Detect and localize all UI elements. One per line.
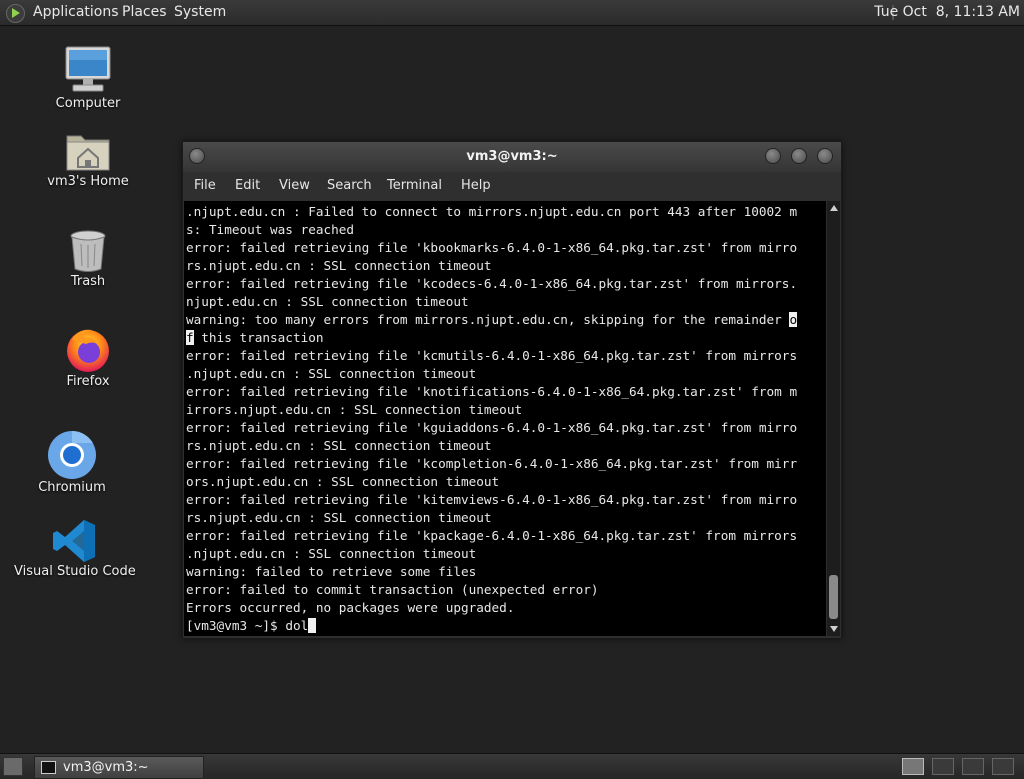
menu-places[interactable]: Places <box>122 0 167 25</box>
terminal-line: .njupt.edu.cn : Failed to connect to mir… <box>186 204 798 219</box>
terminal-line: warning: failed to retrieve some files <box>186 564 477 579</box>
terminal-output[interactable]: .njupt.edu.cn : Failed to connect to mir… <box>184 201 826 636</box>
terminal-line: rs.njupt.edu.cn : SSL connection timeout <box>186 258 492 273</box>
maximize-button[interactable] <box>791 148 807 164</box>
selection-highlight: f <box>186 330 194 345</box>
terminal-line: error: failed retrieving file 'kitemview… <box>186 492 798 507</box>
terminal-line: error: failed retrieving file 'kcmutils-… <box>186 348 798 363</box>
terminal-line: this transaction <box>193 330 324 345</box>
terminal-line: error: failed retrieving file 'kcompleti… <box>186 456 798 471</box>
scrollbar-thumb[interactable] <box>829 575 838 619</box>
terminal-line: njupt.edu.cn : SSL connection timeout <box>186 294 469 309</box>
desktop-icon-label: Trash <box>70 274 106 289</box>
distro-logo-icon[interactable] <box>6 4 25 23</box>
scroll-up-icon[interactable] <box>830 205 838 211</box>
terminal-line: error: failed retrieving file 'knotifica… <box>186 384 798 399</box>
menu-help[interactable]: Help <box>461 172 491 200</box>
terminal-line: ors.njupt.edu.cn : SSL connection timeou… <box>186 474 500 489</box>
desktop-icon-trash[interactable]: Trash <box>38 228 138 289</box>
taskbar-item-label: vm3@vm3:~ <box>63 760 149 775</box>
terminal-line: warning: too many errors from mirrors.nj… <box>186 312 790 327</box>
workspace-2[interactable] <box>932 758 954 775</box>
terminal-line: rs.njupt.edu.cn : SSL connection timeout <box>186 510 492 525</box>
terminal-line: error: failed retrieving file 'kcodecs-6… <box>186 276 798 291</box>
menu-edit[interactable]: Edit <box>235 172 260 200</box>
terminal-line: .njupt.edu.cn : SSL connection timeout <box>186 546 477 561</box>
desktop-icon-label: Chromium <box>38 480 106 495</box>
terminal-line: error: failed to commit transaction (une… <box>186 582 599 597</box>
terminal-menubar: File Edit View Search Terminal Help <box>183 172 841 200</box>
clock[interactable]: Tue Oct 8, 11:13 AM <box>874 0 1020 25</box>
menu-view[interactable]: View <box>279 172 310 200</box>
firefox-icon <box>64 326 112 374</box>
terminal-line: .njupt.edu.cn : SSL connection timeout <box>186 366 477 381</box>
taskbar-item-terminal[interactable]: vm3@vm3:~ <box>34 756 204 779</box>
terminal-prompt: [vm3@vm3 ~]$ <box>186 618 286 633</box>
terminal-line: error: failed retrieving file 'kguiaddon… <box>186 420 798 435</box>
desktop-icon-vscode[interactable]: Visual Studio Code <box>14 518 136 579</box>
bottom-panel: vm3@vm3:~ <box>0 753 1024 779</box>
desktop-icon-firefox[interactable]: Firefox <box>38 326 138 389</box>
terminal-scrollbar[interactable] <box>827 201 840 636</box>
scroll-down-icon[interactable] <box>830 626 838 632</box>
desktop-icon-label: vm3's Home <box>47 174 129 189</box>
terminal-line: Errors occurred, no packages were upgrad… <box>186 600 515 615</box>
vscode-icon <box>51 518 97 564</box>
terminal-line: irrors.njupt.edu.cn : SSL connection tim… <box>186 402 523 417</box>
window-titlebar[interactable]: vm3@vm3:~ <box>183 142 841 172</box>
workspace-1[interactable] <box>902 758 924 775</box>
terminal-line: rs.njupt.edu.cn : SSL connection timeout <box>186 438 492 453</box>
workspace-3[interactable] <box>962 758 984 775</box>
desktop-icon-label: Computer <box>55 96 121 111</box>
menu-system[interactable]: System <box>174 0 226 25</box>
window-title: vm3@vm3:~ <box>466 149 558 164</box>
minimize-button[interactable] <box>765 148 781 164</box>
terminal-icon <box>41 761 56 774</box>
terminal-input[interactable]: dol <box>285 618 308 633</box>
desktop-icon-label: Visual Studio Code <box>14 564 136 579</box>
menu-applications[interactable]: Applications <box>33 0 119 25</box>
top-panel: Applications Places System Tue Oct 8, 11… <box>0 0 1024 26</box>
workspace-4[interactable] <box>992 758 1014 775</box>
menu-search[interactable]: Search <box>327 172 372 200</box>
menu-file[interactable]: File <box>194 172 216 200</box>
terminal-line: error: failed retrieving file 'kpackage-… <box>186 528 798 543</box>
terminal-window[interactable]: vm3@vm3:~ File Edit View Search Terminal… <box>182 141 842 639</box>
terminal-line: s: Timeout was reached <box>186 222 355 237</box>
desktop-icon-label: Firefox <box>66 374 110 389</box>
desktop-icon-home[interactable]: vm3's Home <box>38 128 138 189</box>
terminal-line: error: failed retrieving file 'kbookmark… <box>186 240 798 255</box>
menu-terminal[interactable]: Terminal <box>387 172 442 200</box>
text-cursor <box>308 618 316 633</box>
computer-icon <box>63 44 113 96</box>
desktop-icon-computer[interactable]: Computer <box>38 44 138 111</box>
chromium-icon <box>47 430 97 480</box>
home-folder-icon <box>64 128 112 174</box>
close-button[interactable] <box>817 148 833 164</box>
trash-icon <box>68 228 108 274</box>
desktop-icon-chromium[interactable]: Chromium <box>22 430 122 495</box>
selection-highlight: o <box>789 312 798 327</box>
show-desktop-icon[interactable] <box>3 757 23 776</box>
